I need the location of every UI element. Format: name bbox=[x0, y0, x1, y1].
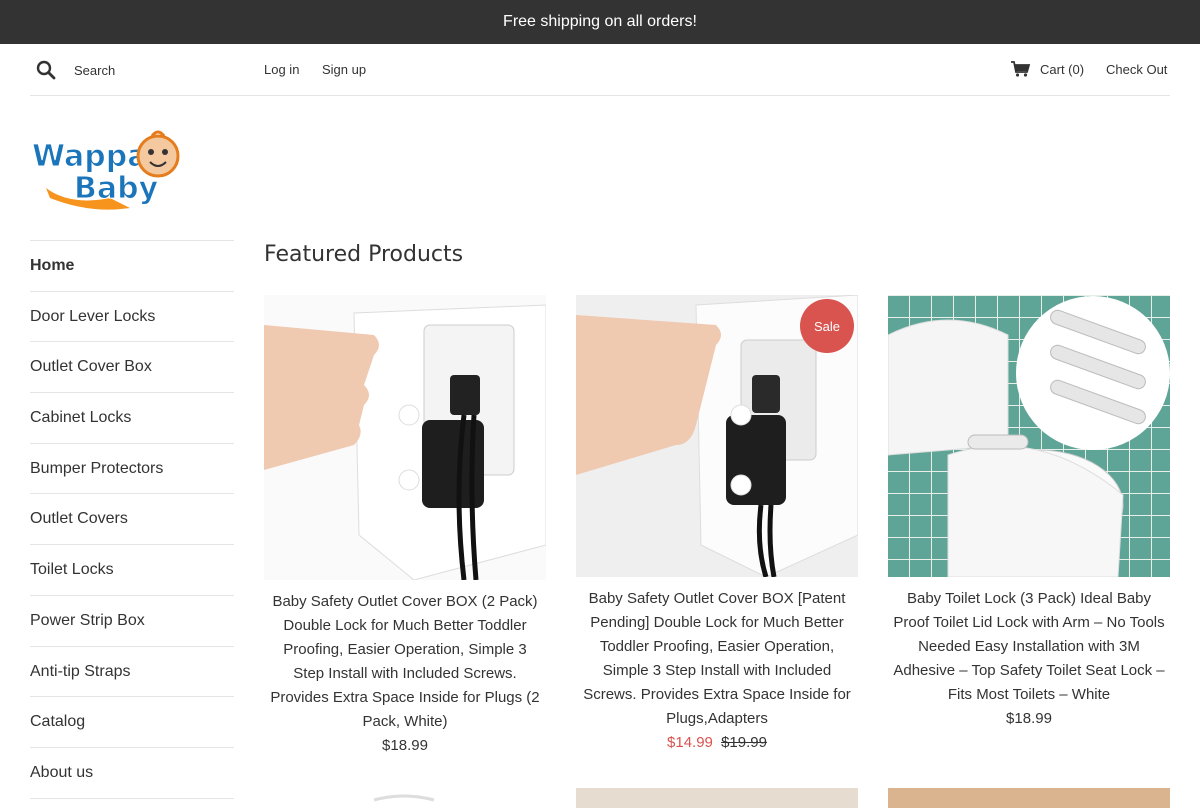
product-image[interactable]: Sale bbox=[576, 295, 858, 577]
section-title: Featured Products bbox=[264, 242, 464, 267]
sale-price: $14.99 bbox=[667, 734, 713, 751]
sidebar-item-outlet-cover-box[interactable]: Outlet Cover Box bbox=[30, 342, 234, 394]
product-image-partial[interactable] bbox=[888, 788, 1170, 808]
compare-price: $19.99 bbox=[721, 734, 767, 751]
sale-badge: Sale bbox=[800, 299, 854, 353]
product-image[interactable] bbox=[264, 295, 546, 580]
sidebar-item-power-strip-box[interactable]: Power Strip Box bbox=[30, 596, 234, 647]
login-link[interactable]: Log in bbox=[264, 62, 299, 77]
announcement-text: Free shipping on all orders! bbox=[503, 13, 697, 30]
svg-text:Baby: Baby bbox=[74, 171, 159, 206]
sidebar-item-catalog[interactable]: Catalog bbox=[30, 697, 234, 748]
signup-link[interactable]: Sign up bbox=[322, 62, 366, 77]
product-title[interactable]: Baby Safety Outlet Cover BOX [Patent Pen… bbox=[576, 587, 858, 731]
sidebar-item-toilet-locks[interactable]: Toilet Locks bbox=[30, 545, 234, 596]
sidebar-item-home[interactable]: Home bbox=[30, 241, 234, 292]
sidebar-item-bumper-protectors[interactable]: Bumper Protectors bbox=[30, 444, 234, 495]
product-card[interactable]: Baby Safety Outlet Cover BOX (2 Pack) Do… bbox=[264, 295, 546, 758]
sidebar-item-cabinet-locks[interactable]: Cabinet Locks bbox=[30, 393, 234, 444]
announcement-bar: Free shipping on all orders! bbox=[0, 0, 1200, 44]
top-bar: Log in Sign up Cart (0) Check Out bbox=[30, 44, 1170, 96]
checkout-link[interactable]: Check Out bbox=[1106, 62, 1167, 77]
cart-icon[interactable] bbox=[1011, 61, 1031, 77]
search-input[interactable] bbox=[74, 58, 254, 82]
product-price: $18.99 bbox=[382, 737, 428, 754]
product-title[interactable]: Baby Toilet Lock (3 Pack) Ideal Baby Pro… bbox=[888, 587, 1170, 707]
product-card[interactable]: Sale Baby Safety Outlet Cover BOX [Paten… bbox=[576, 295, 858, 755]
product-image-partial[interactable] bbox=[264, 788, 546, 808]
product-image-partial[interactable] bbox=[576, 788, 858, 808]
product-title[interactable]: Baby Safety Outlet Cover BOX (2 Pack) Do… bbox=[264, 590, 546, 734]
sidebar-item-door-lever-locks[interactable]: Door Lever Locks bbox=[30, 292, 234, 343]
sidebar-item-about-us[interactable]: About us bbox=[30, 748, 234, 799]
search-icon[interactable] bbox=[36, 60, 56, 80]
cart-link[interactable]: Cart (0) bbox=[1040, 62, 1084, 77]
product-price: $18.99 bbox=[1006, 710, 1052, 727]
product-image[interactable] bbox=[888, 295, 1170, 577]
svg-text:Wappa: Wappa bbox=[32, 139, 147, 174]
product-card[interactable]: Baby Toilet Lock (3 Pack) Ideal Baby Pro… bbox=[888, 295, 1170, 731]
sidebar-item-anti-tip-straps[interactable]: Anti-tip Straps bbox=[30, 647, 234, 698]
store-logo[interactable]: Wappa Baby bbox=[30, 126, 182, 210]
sidebar-item-outlet-covers[interactable]: Outlet Covers bbox=[30, 494, 234, 546]
sidebar-nav: Home Door Lever Locks Outlet Cover Box C… bbox=[30, 240, 234, 799]
product-price: $14.99 $19.99 bbox=[576, 731, 858, 755]
